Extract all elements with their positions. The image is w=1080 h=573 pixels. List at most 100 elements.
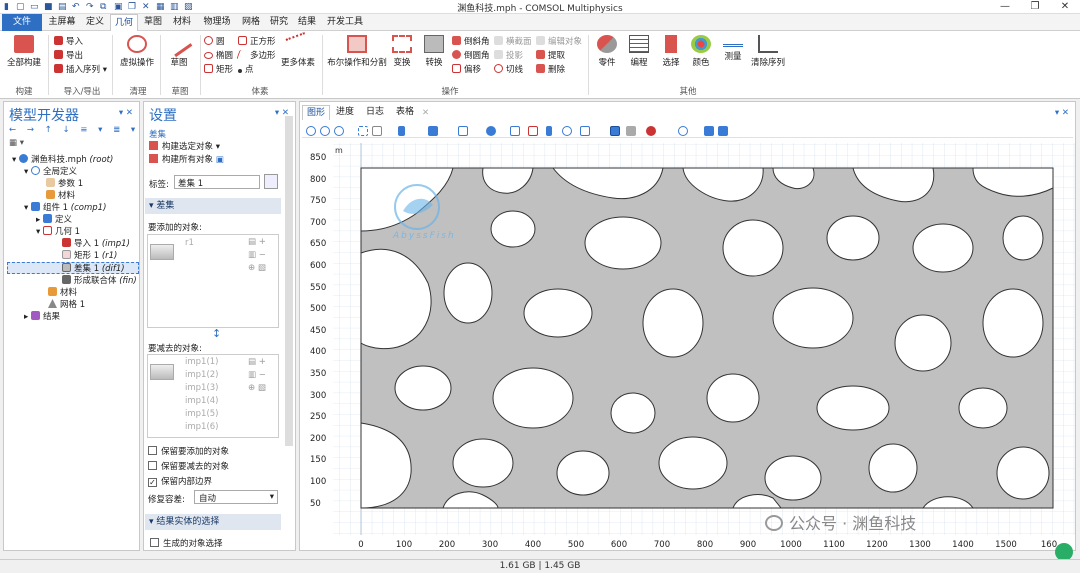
section-result-selection[interactable]: ▾ 结果实体的选择 xyxy=(145,514,281,530)
keep-interior-checkbox[interactable]: ✓ 保留内部边界 xyxy=(148,475,212,487)
zoom-out-icon[interactable] xyxy=(320,126,330,136)
delete-button[interactable]: 删除 xyxy=(536,64,565,76)
create-selection-checkbox[interactable]: 生成的对象选择 xyxy=(150,537,223,549)
highlight-icon[interactable] xyxy=(562,126,572,136)
minimize-button[interactable]: — xyxy=(990,0,1020,14)
select-button[interactable]: 选择 xyxy=(656,35,686,68)
rectangle-button[interactable]: 矩形 xyxy=(204,64,233,76)
tab-log[interactable]: 日志 xyxy=(362,105,388,120)
square-button[interactable]: 正方形 xyxy=(238,36,276,48)
transparency-icon[interactable] xyxy=(580,126,590,136)
edit-object-button[interactable]: 编辑对象 xyxy=(536,36,582,48)
list-tools-icon[interactable]: ▤ + ▥ − ⊕ ▧ xyxy=(248,356,266,395)
close-button[interactable]: ✕ xyxy=(1050,0,1080,14)
insert-sequence-button[interactable]: 插入序列 ▾ xyxy=(54,64,107,76)
list-item[interactable]: imp1(5) xyxy=(185,408,219,421)
tree-node-definitions[interactable]: ▸ 定义 xyxy=(36,214,72,226)
swap-icon[interactable]: ↕ xyxy=(212,327,221,340)
pan-icon[interactable] xyxy=(372,126,382,136)
list-item[interactable]: r1 xyxy=(185,237,194,250)
tab-developer[interactable]: 开发工具 xyxy=(322,14,368,31)
tab-results[interactable]: 结果 xyxy=(294,14,320,31)
camera-view-icon[interactable] xyxy=(486,126,496,136)
tree-toolbar[interactable]: ← → ↑ ↓ ≡ ▾ ≣ ▾ xyxy=(9,125,139,135)
ellipse-button[interactable]: 椭圆 xyxy=(204,50,233,62)
transform-button[interactable]: 变换 xyxy=(386,35,418,68)
keep-add-checkbox[interactable]: 保留要添加的对象 xyxy=(148,445,229,457)
tree-node-parameters[interactable]: 参数 1 xyxy=(46,178,83,190)
zoom-in-icon[interactable] xyxy=(306,126,316,136)
axis-icon[interactable] xyxy=(398,126,405,136)
more-primitives-button[interactable]: 更多体素 xyxy=(276,32,320,68)
offset-button[interactable]: 偏移 xyxy=(452,64,481,76)
chamfer-button[interactable]: 倒斜角 xyxy=(452,36,490,48)
list-item[interactable]: imp1(3) xyxy=(185,382,219,395)
list-tools-icon[interactable]: ▤ + ▥ − ⊕ ▧ xyxy=(248,236,266,275)
view-icon[interactable] xyxy=(428,126,438,136)
zoom-extents-icon[interactable] xyxy=(358,126,368,136)
circle-button[interactable]: 圆 xyxy=(204,36,225,48)
point-button[interactable]: 点 xyxy=(238,64,254,76)
geometry-canvas[interactable]: m xyxy=(333,143,1075,535)
extract-button[interactable]: 提取 xyxy=(536,50,565,62)
tab-materials[interactable]: 材料 xyxy=(168,14,196,31)
grid-toggle-icon[interactable] xyxy=(610,126,620,136)
print-graphics-icon[interactable] xyxy=(718,126,728,136)
tab-file[interactable]: 文件 xyxy=(2,14,42,31)
scene-light-icon[interactable] xyxy=(646,126,656,136)
tree-node-results[interactable]: ▸ 结果 xyxy=(24,311,60,323)
close-tab-icon[interactable]: ✕ xyxy=(422,108,429,118)
snapshot-icon[interactable] xyxy=(704,126,714,136)
panel-menu-icon[interactable]: ▾ ✕ xyxy=(119,108,133,118)
tree-node-mesh[interactable]: 网格 1 xyxy=(48,299,85,311)
polygon-button[interactable]: 多边形 xyxy=(236,50,276,62)
tree-filter-icon[interactable]: ▦ ▾ xyxy=(9,138,24,148)
geometry-plot[interactable]: m AbyssFish xyxy=(333,143,1075,535)
tab-table[interactable]: 表格 xyxy=(392,105,418,120)
tab-geometry[interactable]: 几何 xyxy=(110,14,138,31)
build-all-button[interactable]: 全部构建 xyxy=(2,35,46,68)
tree-node-global-definitions[interactable]: ▾ 全局定义 xyxy=(24,166,77,178)
tab-definitions[interactable]: 定义 xyxy=(82,14,108,31)
active-toggle-button[interactable] xyxy=(150,244,174,260)
panel-menu-icon[interactable]: ▾ ✕ xyxy=(1055,108,1069,118)
select-all-icon[interactable] xyxy=(510,126,520,136)
clear-sequence-button[interactable]: 清除序列 xyxy=(748,35,788,68)
build-selected-button[interactable]: 构建选定对象 ▾ xyxy=(149,140,220,152)
repair-tolerance-select[interactable]: 自动 ▾ xyxy=(194,490,278,504)
reset-view-icon[interactable] xyxy=(678,126,688,136)
tree-node-rectangle[interactable]: 矩形 1 (r1) xyxy=(62,250,117,262)
convert-button[interactable]: 转换 xyxy=(418,35,450,68)
tree-node-import[interactable]: 导入 1 (imp1) xyxy=(62,238,130,250)
tab-study[interactable]: 研究 xyxy=(266,14,292,31)
label-reset-button[interactable] xyxy=(264,174,278,189)
fillet-button[interactable]: 倒圆角 xyxy=(452,50,490,62)
tab-sketch[interactable]: 草图 xyxy=(140,14,166,31)
section-difference[interactable]: ▾ 差集 xyxy=(145,198,281,214)
programming-button[interactable]: 编程 xyxy=(624,35,654,68)
cross-section-button[interactable]: 横截面 xyxy=(494,36,532,48)
virtual-ops-button[interactable]: 虚拟操作 xyxy=(115,35,159,68)
tab-physics[interactable]: 物理场 xyxy=(198,14,236,31)
tree-node-form-union[interactable]: 形成联合体 (fin) xyxy=(62,275,138,287)
tab-home[interactable]: 主屏幕 xyxy=(44,14,80,31)
render-icon[interactable] xyxy=(626,126,636,136)
keep-sub-checkbox[interactable]: 保留要减去的对象 xyxy=(148,460,229,472)
list-item[interactable]: imp1(1) xyxy=(185,356,219,369)
list-item[interactable]: imp1(6) xyxy=(185,421,219,434)
tab-graphics[interactable]: 图形 xyxy=(302,105,331,120)
tree-node-root[interactable]: ▾ 渊鱼科技.mph (root) xyxy=(12,154,113,166)
hide-icon[interactable] xyxy=(546,126,552,136)
zoom-box-icon[interactable] xyxy=(334,126,344,136)
settings-scrollbar[interactable] xyxy=(285,116,293,446)
projection-button[interactable]: 投影 xyxy=(494,50,523,62)
tangent-button[interactable]: 切线 xyxy=(494,64,523,76)
deselect-icon[interactable] xyxy=(528,126,538,136)
tree-node-component[interactable]: ▾ 组件 1 (comp1) xyxy=(24,202,106,214)
build-all-objects-button[interactable]: 构建所有对象 ▣ xyxy=(149,153,224,165)
tree-node-global-materials[interactable]: 材料 xyxy=(46,190,75,202)
label-input[interactable]: 差集 1 xyxy=(174,175,260,189)
import-button[interactable]: 导入 xyxy=(54,36,83,48)
tree-node-difference[interactable]: 差集 1 (dif1) xyxy=(7,262,139,274)
tree-node-geometry[interactable]: ▾ 几何 1 xyxy=(36,226,80,238)
